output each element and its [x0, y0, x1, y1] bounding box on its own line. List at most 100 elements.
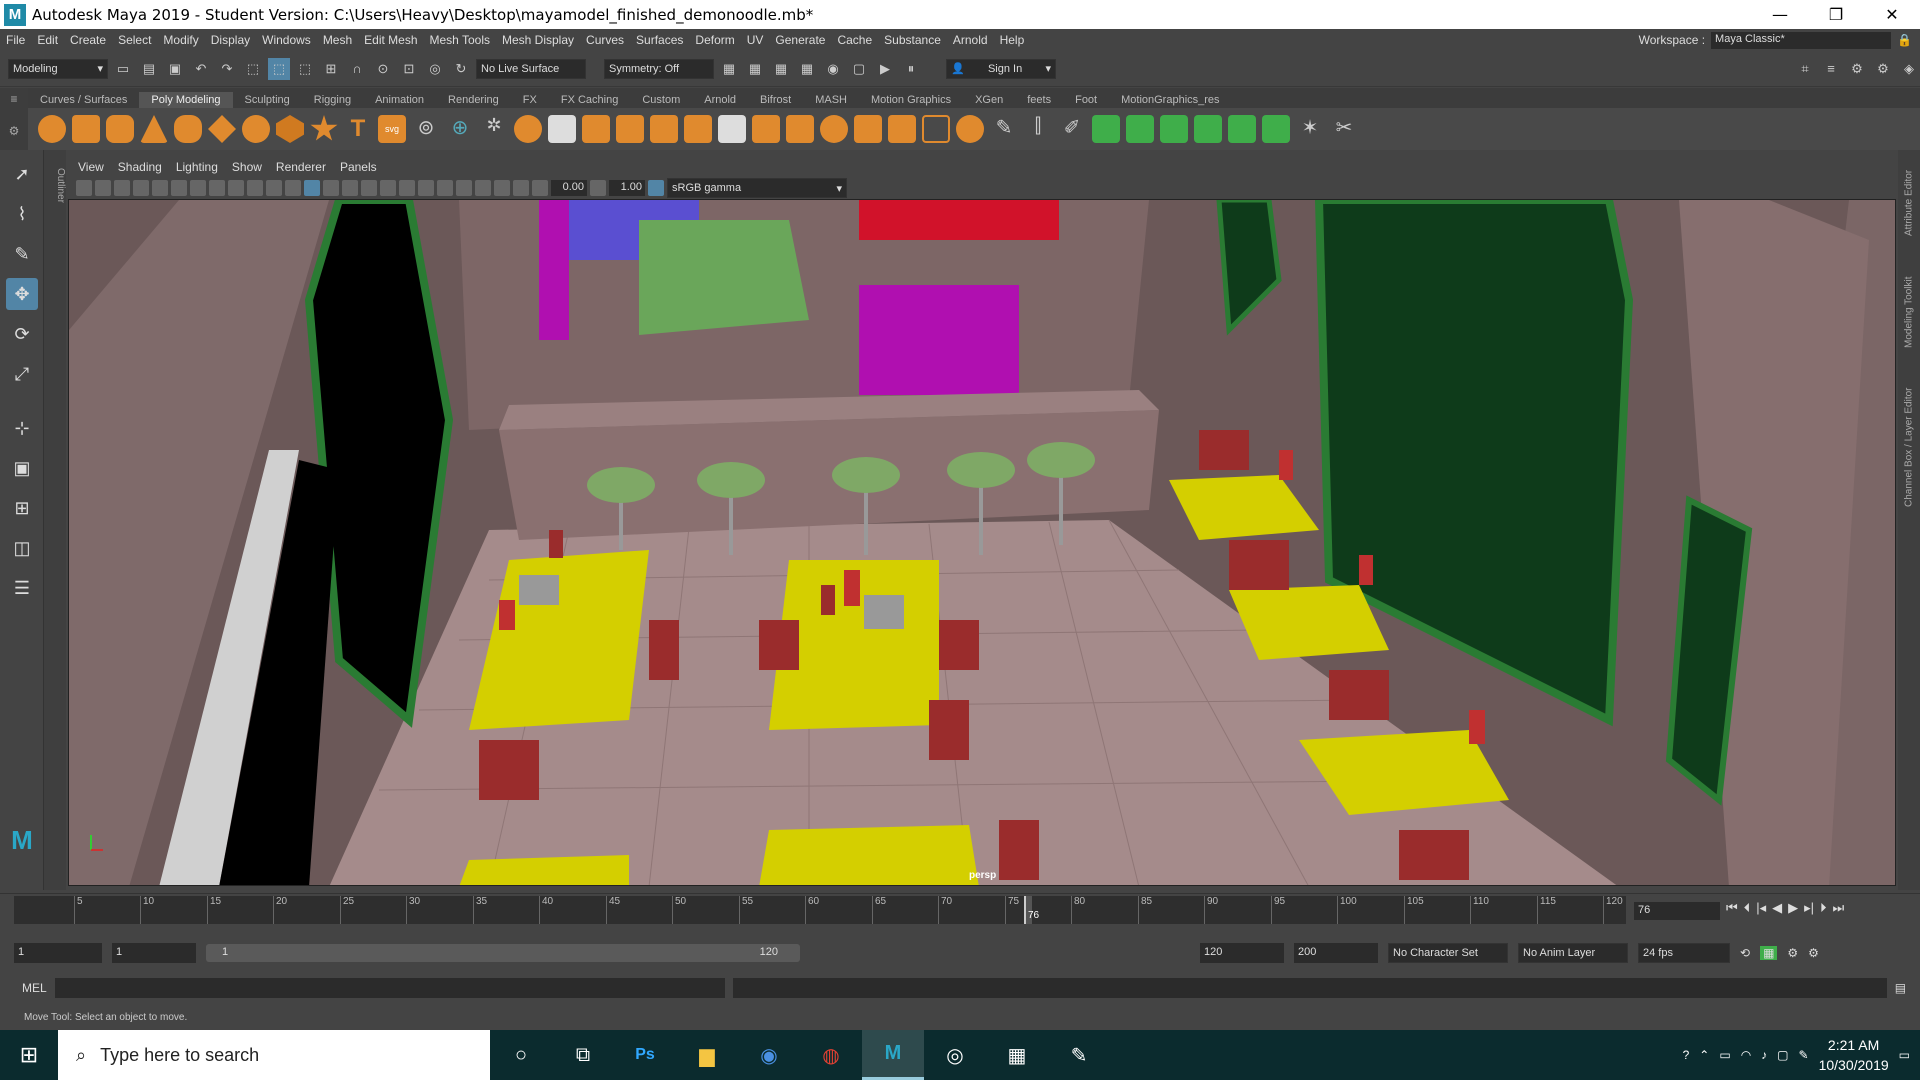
play-forward-icon[interactable]: ▶ [1788, 900, 1798, 916]
use-all-lights-icon[interactable] [361, 180, 377, 196]
gear-shape-icon[interactable]: ✲ [480, 115, 508, 143]
notifications-icon[interactable]: ▭ [1899, 1048, 1910, 1062]
menu-icon[interactable]: ≡ [0, 88, 28, 106]
time-ruler[interactable]: 5 10 15 20 25 30 35 40 45 50 55 60 65 70… [14, 896, 1626, 924]
fps-dropdown[interactable]: 24 fps [1638, 943, 1730, 963]
shelf-tab-sculpting[interactable]: Sculpting [233, 92, 302, 108]
panel-menu-show[interactable]: Show [232, 160, 262, 174]
anim-prefs-icon[interactable]: ⚙ [1787, 946, 1798, 960]
chat-app-icon[interactable]: ◎ [924, 1030, 986, 1080]
menu-set-dropdown[interactable]: Modeling ▾ [8, 58, 108, 79]
range-bar[interactable]: 1 120 [206, 944, 800, 962]
menu-mesh-display[interactable]: Mesh Display [496, 33, 580, 47]
menu-substance[interactable]: Substance [878, 33, 947, 47]
shelf-tab-fx-caching[interactable]: FX Caching [549, 92, 630, 108]
bookmark-icon[interactable] [114, 180, 130, 196]
single-view-icon[interactable]: ▣ [6, 452, 38, 484]
animation-end-field[interactable]: 200 [1294, 943, 1378, 963]
tool-settings-icon[interactable]: ⚙ [1872, 58, 1894, 80]
outliner-view-icon[interactable]: ☰ [6, 572, 38, 604]
arnold-render-icon[interactable]: ▢ [848, 58, 870, 80]
menu-edit-mesh[interactable]: Edit Mesh [358, 33, 423, 47]
layout-uv-icon[interactable]: ✶ [1296, 115, 1324, 143]
shelf-tab-rigging[interactable]: Rigging [302, 92, 363, 108]
merge-icon[interactable] [854, 115, 882, 143]
arnold-ipr-icon[interactable]: ▶ [874, 58, 896, 80]
shelf-tab-poly-modeling[interactable]: Poly Modeling [139, 92, 233, 108]
cylindrical-map-icon[interactable] [1160, 115, 1188, 143]
taskbar-search[interactable]: ⌕ Type here to search [58, 1030, 490, 1080]
quadrangulate-icon[interactable] [956, 115, 984, 143]
camera-attr-icon[interactable] [95, 180, 111, 196]
pen-icon[interactable]: ✎ [1799, 1048, 1809, 1062]
menu-help[interactable]: Help [994, 33, 1031, 47]
shelf-tab-arnold[interactable]: Arnold [692, 92, 748, 108]
shelf-tab-xgen[interactable]: XGen [963, 92, 1015, 108]
battery-icon[interactable]: ▭ [1719, 1048, 1730, 1062]
maya-taskbar-icon[interactable]: M [862, 1030, 924, 1080]
current-time-indicator[interactable]: 76 [1024, 896, 1039, 924]
panel-menu-renderer[interactable]: Renderer [276, 160, 326, 174]
xray-icon[interactable] [475, 180, 491, 196]
safe-action-icon[interactable] [247, 180, 263, 196]
go-to-start-icon[interactable]: ⏮ [1726, 900, 1738, 916]
wireframe-icon[interactable] [285, 180, 301, 196]
image-plane-icon[interactable] [133, 180, 149, 196]
menu-uv[interactable]: UV [741, 33, 770, 47]
cut-sew-icon[interactable]: ✂ [1330, 115, 1358, 143]
calculator-icon[interactable]: ▦ [986, 1030, 1048, 1080]
file-explorer-icon[interactable]: ▆ [676, 1030, 738, 1080]
ambient-occlusion-icon[interactable] [399, 180, 415, 196]
mel-label[interactable]: MEL [22, 981, 47, 995]
panel-menu-view[interactable]: View [78, 160, 104, 174]
snap-curve-icon[interactable]: ∩ [346, 58, 368, 80]
poly-torus-icon[interactable] [174, 115, 202, 143]
command-input[interactable] [54, 978, 725, 998]
select-tool-icon[interactable]: ➚ [6, 158, 38, 190]
extract-icon[interactable] [582, 115, 610, 143]
volume-icon[interactable]: ♪ [1761, 1048, 1767, 1062]
shelf-tab-bifrost[interactable]: Bifrost [748, 92, 803, 108]
manipulator-icon[interactable]: ⊹ [6, 412, 38, 444]
film-gate-icon[interactable] [171, 180, 187, 196]
shelf-tab-foot[interactable]: Foot [1063, 92, 1109, 108]
planar-map-icon[interactable] [1126, 115, 1154, 143]
tab-modeling-toolkit[interactable]: Modeling Toolkit [1904, 276, 1915, 348]
xray-components-icon[interactable] [513, 180, 529, 196]
help-icon[interactable]: ? [1683, 1048, 1690, 1062]
shelf-tab-feets[interactable]: feets [1015, 92, 1063, 108]
menu-mesh[interactable]: Mesh [317, 33, 358, 47]
open-scene-icon[interactable]: ▤ [138, 58, 160, 80]
lock-icon[interactable]: 🔒 [1897, 33, 1912, 47]
layer-editor-icon[interactable]: ◈ [1898, 58, 1920, 80]
menu-generate[interactable]: Generate [769, 33, 831, 47]
panel-menu-shading[interactable]: Shading [118, 160, 162, 174]
chevron-up-icon[interactable]: ⌃ [1699, 1048, 1709, 1062]
gate-mask-icon[interactable] [209, 180, 225, 196]
super-shape-icon[interactable] [310, 115, 338, 141]
render-frame-icon[interactable]: ▦ [718, 58, 740, 80]
field-chart-icon[interactable] [228, 180, 244, 196]
xray-joints-icon[interactable] [494, 180, 510, 196]
poly-disc-icon[interactable] [242, 115, 270, 143]
shelf-tab-fx[interactable]: FX [511, 92, 549, 108]
step-forward-key-icon[interactable]: ▸| [1804, 900, 1814, 916]
target-weld-icon[interactable]: ✐ [1058, 115, 1086, 143]
shelf-tab-rendering[interactable]: Rendering [436, 92, 511, 108]
four-view-icon[interactable]: ⊞ [6, 492, 38, 524]
playback-start-field[interactable]: 1 [112, 943, 196, 963]
shadows-icon[interactable] [380, 180, 396, 196]
menu-edit[interactable]: Edit [31, 33, 64, 47]
maximize-button[interactable]: ❐ [1808, 5, 1864, 24]
anim-layer-dropdown[interactable]: No Anim Layer [1518, 943, 1628, 963]
tab-attribute-editor[interactable]: Attribute Editor [1904, 170, 1915, 236]
scale-tool-icon[interactable]: ⤢ [6, 358, 38, 390]
step-forward-frame-icon[interactable]: ⏵ [1820, 900, 1827, 916]
bridge-icon[interactable] [786, 115, 814, 143]
wireframe-on-shaded-icon[interactable] [323, 180, 339, 196]
resolution-gate-icon[interactable] [190, 180, 206, 196]
select-component-icon[interactable]: ⬚ [294, 58, 316, 80]
menu-arnold[interactable]: Arnold [947, 33, 994, 47]
shelf-tab-animation[interactable]: Animation [363, 92, 436, 108]
current-frame-field[interactable]: 76 [1634, 902, 1720, 920]
